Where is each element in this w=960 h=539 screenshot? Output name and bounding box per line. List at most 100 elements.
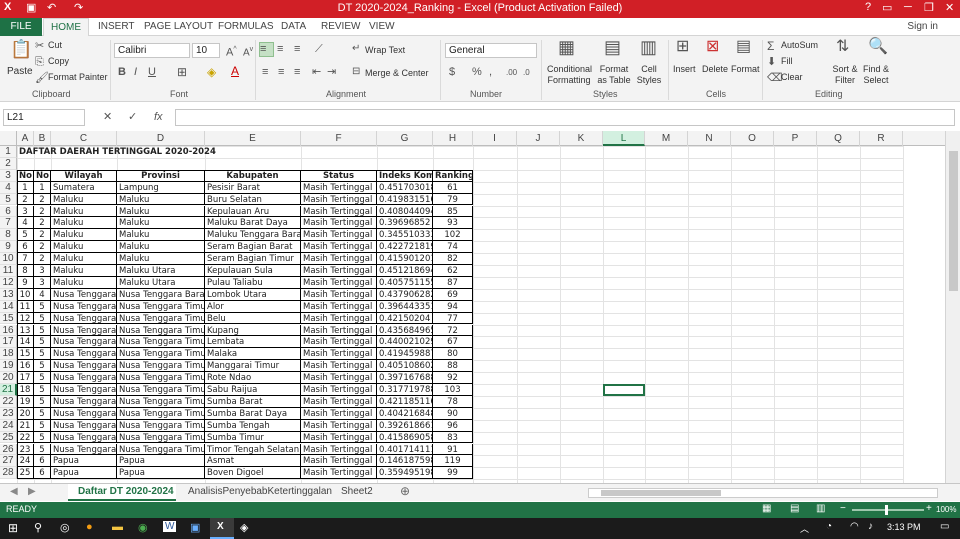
column-header-j[interactable]: J (517, 131, 560, 146)
normal-view-icon[interactable]: ▦ (762, 503, 771, 514)
table-cell[interactable]: 5 (34, 419, 51, 432)
file-explorer-icon[interactable]: ▬ (112, 521, 123, 533)
table-cell[interactable]: Masih Tertinggal (301, 360, 377, 373)
table-cell[interactable]: 0.437906282 (377, 288, 433, 301)
firefox-icon[interactable]: ● (86, 521, 93, 533)
app-icon[interactable]: ▣ (190, 521, 200, 534)
row-header[interactable]: 11 (0, 265, 17, 277)
formula-input[interactable] (175, 109, 955, 126)
decrease-font-icon[interactable]: Av (243, 43, 253, 60)
column-header-q[interactable]: Q (817, 131, 860, 146)
table-cell[interactable]: 88 (433, 360, 473, 373)
table-cell[interactable]: 5 (34, 348, 51, 361)
clock[interactable]: 3:13 PM (887, 522, 921, 532)
table-cell[interactable]: 25 (17, 467, 34, 480)
table-cell[interactable]: Nusa Tenggara (51, 336, 117, 349)
table-cell[interactable]: Maluku (117, 205, 205, 218)
row-header[interactable]: 14 (0, 300, 17, 313)
middle-align-icon[interactable]: ≡ (277, 42, 283, 56)
table-cell[interactable]: Nusa Tenggara (51, 348, 117, 361)
table-cell[interactable]: 2 (34, 229, 51, 242)
column-header-a[interactable]: A (17, 131, 34, 146)
table-cell[interactable]: Nusa Tenggara Timur (117, 407, 205, 420)
table-cell[interactable]: Masih Tertinggal (301, 384, 377, 396)
table-cell[interactable]: Rote Ndao (205, 372, 301, 384)
sort-filter-button[interactable]: Sort & Filter (829, 64, 861, 86)
vertical-scroll-thumb[interactable] (949, 151, 958, 291)
table-cell[interactable]: 93 (433, 217, 473, 230)
table-cell[interactable]: 2 (34, 241, 51, 254)
table-cell[interactable]: Masih Tertinggal (301, 372, 377, 384)
table-cell[interactable]: Masih Tertinggal (301, 395, 377, 408)
table-cell[interactable]: 77 (433, 312, 473, 325)
increase-indent-icon[interactable]: ⇥ (327, 65, 336, 79)
table-cell[interactable]: Masih Tertinggal (301, 312, 377, 325)
table-cell[interactable]: Asmat (205, 455, 301, 468)
notifications-icon[interactable]: ▭ (940, 521, 949, 532)
row-header[interactable]: 15 (0, 312, 17, 325)
table-cell[interactable]: Nusa Tenggara (51, 384, 117, 396)
font-name-select[interactable]: Calibri (114, 43, 190, 58)
vertical-scrollbar[interactable] (945, 131, 960, 483)
table-cell[interactable]: Boven Digoel (205, 467, 301, 480)
table-cell[interactable]: 10 (17, 288, 34, 301)
row-header[interactable]: 27 (0, 455, 17, 468)
column-header-o[interactable]: O (731, 131, 774, 146)
table-cell[interactable]: Masih Tertinggal (301, 300, 377, 313)
table-cell[interactable]: Kepulauan Aru (205, 205, 301, 218)
borders-icon[interactable]: ⊞ (177, 65, 187, 79)
table-cell[interactable]: Maluku (51, 217, 117, 230)
table-cell[interactable]: Maluku (117, 253, 205, 265)
table-cell[interactable]: Masih Tertinggal (301, 455, 377, 468)
number-format-select[interactable]: General (445, 43, 537, 58)
conditional-formatting-button[interactable]: Conditional Formatting (547, 64, 592, 86)
name-box[interactable]: L21 (3, 109, 85, 126)
table-cell[interactable]: Masih Tertinggal (301, 431, 377, 444)
table-cell[interactable]: Lembata (205, 336, 301, 349)
column-header-p[interactable]: P (774, 131, 817, 146)
table-cell[interactable]: Nusa Tenggara Timur (117, 419, 205, 432)
table-cell[interactable]: Buru Selatan (205, 193, 301, 206)
paste-icon[interactable]: 📋 (10, 40, 32, 58)
table-cell[interactable]: 6 (34, 467, 51, 480)
copy-button[interactable]: Copy (48, 56, 69, 66)
table-cell[interactable]: Nusa Tenggara Timur (117, 395, 205, 408)
table-cell[interactable]: 0.396443351 (377, 300, 433, 313)
table-cell[interactable]: Maluku (51, 276, 117, 289)
table-cell[interactable]: 12 (17, 312, 34, 325)
table-cell[interactable]: Masih Tertinggal (301, 336, 377, 349)
table-cell[interactable]: Maluku (51, 265, 117, 277)
table-cell[interactable]: Masih Tertinggal (301, 419, 377, 432)
table-cell[interactable]: Sumatera (51, 181, 117, 194)
column-header-r[interactable]: R (860, 131, 903, 146)
table-cell[interactable]: 90 (433, 407, 473, 420)
row-header[interactable]: 26 (0, 443, 17, 456)
column-header-i[interactable]: I (473, 131, 517, 146)
task-view-icon[interactable]: ◎ (60, 521, 70, 534)
table-cell[interactable]: Kupang (205, 324, 301, 337)
table-cell[interactable]: 69 (433, 288, 473, 301)
increase-font-icon[interactable]: A^ (226, 43, 237, 60)
ribbon-display-button[interactable]: ▭ (882, 1, 892, 14)
table-cell[interactable]: Sabu Raijua (205, 384, 301, 396)
scroll-tabs-right-icon[interactable]: ▶ (28, 486, 36, 497)
table-cell[interactable]: Lampung (117, 181, 205, 194)
scroll-tabs-left-icon[interactable]: ◀ (10, 486, 18, 497)
row-header[interactable]: 20 (0, 372, 17, 384)
table-header-cell[interactable]: Provinsi (117, 169, 205, 182)
zoom-in-icon[interactable]: + (926, 503, 932, 514)
decrease-decimal-icon[interactable]: .0 (523, 66, 530, 80)
table-cell[interactable]: Malaka (205, 348, 301, 361)
font-size-select[interactable]: 10 (192, 43, 220, 58)
row-header[interactable]: 21 (0, 384, 17, 396)
table-cell[interactable]: Maluku (117, 241, 205, 254)
table-cell[interactable]: 24 (17, 455, 34, 468)
copy-icon[interactable]: ⎘ (35, 55, 44, 69)
table-cell[interactable]: 0.415869058 (377, 431, 433, 444)
table-cell[interactable]: 19 (17, 395, 34, 408)
cell-styles-button[interactable]: Cell Styles (634, 64, 664, 86)
table-cell[interactable]: 5 (34, 407, 51, 420)
row-header[interactable]: 24 (0, 419, 17, 432)
table-cell[interactable]: Masih Tertinggal (301, 217, 377, 230)
cancel-icon[interactable]: ✕ (103, 110, 112, 124)
